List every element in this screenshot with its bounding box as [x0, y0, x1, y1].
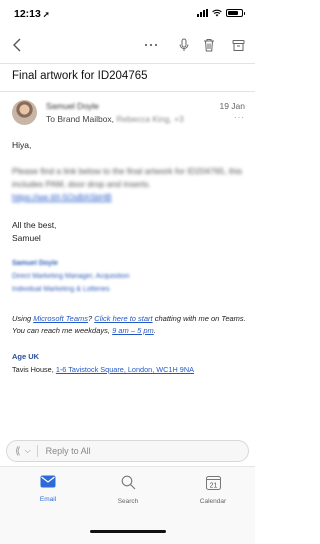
- chevron-down-icon[interactable]: ⌵: [25, 446, 31, 456]
- signature-department: Individual Marketing & Lotteries: [12, 286, 110, 293]
- location-arrow-icon: ➚: [42, 10, 50, 19]
- teams-text-4: .: [153, 326, 156, 335]
- closing-line: All the best,: [12, 220, 57, 230]
- back-button[interactable]: [6, 27, 28, 63]
- recipients-to: To Brand Mailbox,: [46, 114, 115, 124]
- reply-all-icon[interactable]: ⟪: [15, 446, 21, 457]
- tab-calendar[interactable]: 21 Calendar: [183, 475, 243, 505]
- archive-button[interactable]: [227, 27, 249, 63]
- sender-avatar[interactable]: [12, 100, 37, 125]
- message-more-button[interactable]: ···: [234, 113, 245, 122]
- toolbar-divider: [0, 63, 255, 64]
- trash-icon: [204, 39, 214, 52]
- home-indicator: [90, 530, 166, 533]
- sender-name[interactable]: Samuel Doyle: [46, 101, 99, 111]
- dictate-button[interactable]: [173, 27, 195, 63]
- ellipsis-icon: [144, 43, 158, 47]
- delete-button[interactable]: [198, 27, 220, 63]
- address-prefix: Tavis House,: [12, 365, 56, 374]
- tab-search-label: Search: [117, 498, 139, 505]
- reply-all-button[interactable]: Reply to All: [46, 446, 91, 456]
- status-time: 12:13 ➚: [14, 8, 50, 20]
- time-text: 12:13: [14, 8, 41, 20]
- tab-email-label: Email: [39, 496, 57, 503]
- closing-name: Samuel: [12, 233, 41, 243]
- wifi-icon: [212, 9, 222, 17]
- recipients-line[interactable]: To Brand Mailbox, Rebecca King, +3: [46, 114, 184, 124]
- more-button[interactable]: [140, 27, 162, 63]
- teams-link[interactable]: Microsoft Teams: [33, 314, 88, 323]
- status-icons: [197, 9, 245, 17]
- teams-chat-link[interactable]: Click here to start: [94, 314, 152, 323]
- cellular-signal-icon: [197, 9, 208, 17]
- subject-divider: [0, 91, 255, 92]
- email-subject: Final artwork for ID204765: [12, 70, 148, 82]
- battery-level: [228, 11, 239, 15]
- greeting: Hiya,: [12, 140, 32, 150]
- organisation-name: Age UK: [12, 352, 40, 361]
- teams-notice: Using Microsoft Teams? Click here to sta…: [12, 313, 247, 337]
- address-link[interactable]: 1-6 Tavistock Square, London, WC1H 9NA: [56, 365, 194, 374]
- email-toolbar: [0, 27, 255, 63]
- microphone-icon: [179, 38, 189, 51]
- calendar-day: 21: [209, 482, 217, 489]
- recipients-others: Rebecca King, +3: [116, 114, 184, 124]
- teams-text-1: Using: [12, 314, 34, 323]
- teams-hours-link[interactable]: 9 am – 5 pm: [112, 326, 154, 335]
- artwork-link-text[interactable]: https://we.tl/t-5OsBASbHB: [12, 192, 112, 202]
- signature-block: Samuel Doyle Direct Marketing Manager, A…: [12, 257, 247, 296]
- message-date: 19 Jan: [219, 101, 245, 111]
- search-icon: [121, 475, 135, 490]
- artwork-link[interactable]: https://we.tl/t-5OsBASbHB: [12, 191, 247, 204]
- tab-calendar-label: Calendar: [199, 498, 227, 505]
- signature-name: Samuel Doyle: [12, 260, 58, 267]
- organisation-address: Tavis House, 1-6 Tavistock Square, Londo…: [12, 363, 247, 376]
- signature-title: Direct Marketing Manager, Acquisition: [12, 273, 130, 280]
- reply-bar[interactable]: ⟪ ⌵ Reply to All: [6, 440, 249, 462]
- mail-icon: [40, 475, 56, 488]
- archive-icon: [232, 39, 244, 51]
- reply-separator: [36, 445, 38, 457]
- status-bar: 12:13 ➚: [0, 0, 255, 26]
- chevron-left-icon: [13, 38, 21, 52]
- battery-icon: [226, 9, 245, 17]
- calendar-icon: 21: [205, 476, 221, 490]
- tab-search[interactable]: Search: [98, 475, 158, 505]
- tab-email[interactable]: Email: [18, 475, 78, 503]
- body-paragraph: Please find a link below to the final ar…: [12, 166, 243, 189]
